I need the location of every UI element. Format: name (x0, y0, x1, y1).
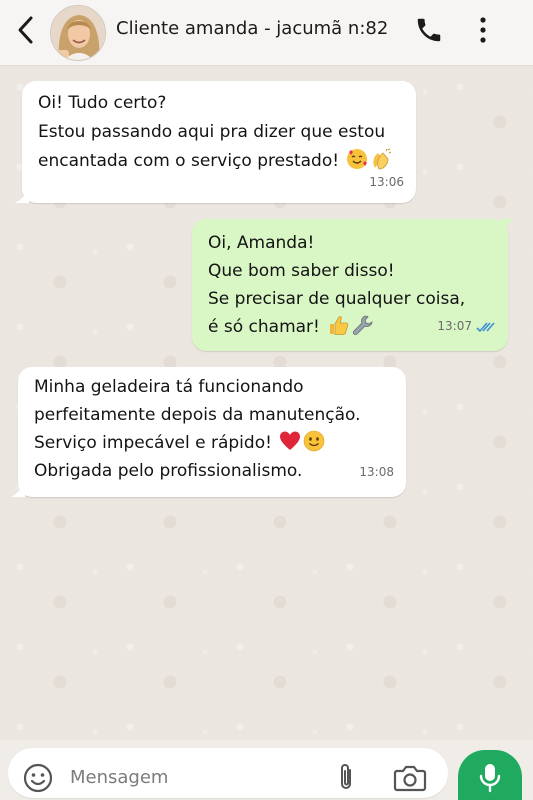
bubble-tail (11, 483, 25, 497)
message-bubble-incoming[interactable]: Oi! Tudo certo? Estou passando aqui pra … (15, 81, 416, 203)
smiling-face-with-hearts-emoji (347, 149, 368, 169)
message-text: Oi! Tudo certo? (38, 93, 167, 113)
message-text: Estou passando aqui pra dizer que estou (38, 122, 386, 142)
phone-icon[interactable] (414, 15, 444, 45)
wrench-emoji (353, 315, 373, 335)
camera-icon[interactable] (393, 763, 427, 793)
avatar[interactable] (50, 5, 106, 61)
clapping-hands-emoji (373, 148, 392, 170)
message-text: Oi, Amanda! (208, 233, 315, 253)
more-vert-icon[interactable] (474, 14, 492, 46)
message-time: 13:08 (359, 465, 394, 479)
red-heart-emoji (280, 431, 301, 450)
thumbs-up-emoji (330, 316, 349, 335)
message-bubble-outgoing[interactable]: Oi, Amanda! Que bom saber disso! Se prec… (192, 219, 515, 351)
bubble-tail (15, 189, 29, 203)
message-input[interactable] (70, 763, 310, 791)
message-text: perfeitamente depois da manutenção. (34, 405, 361, 425)
message-meta: 13:07 (437, 312, 496, 341)
message-text: Se precisar de qualquer coisa, (208, 289, 466, 309)
message-text: Que bom saber disso! (208, 261, 395, 281)
message-text: é só chamar! (208, 317, 320, 337)
message-text-line: encantada com o serviço prestado! (38, 147, 400, 176)
back-arrow-icon[interactable] (12, 14, 40, 46)
message-text: Minha geladeira tá funcionando (34, 377, 304, 397)
microphone-icon (479, 764, 501, 793)
smiling-face-emoji (304, 430, 325, 452)
chat-background[interactable]: Oi! Tudo certo? Estou passando aqui pra … (0, 67, 533, 740)
message-meta: 13:08 (359, 458, 394, 487)
chat-header: Cliente amanda - jacumã n:82 (0, 0, 533, 66)
message-time: 13:06 (369, 175, 404, 189)
contact-name[interactable]: Cliente amanda - jacumã n:82 (116, 18, 388, 39)
bubble-tail (501, 219, 515, 233)
emoji-icon[interactable] (22, 762, 54, 794)
message-bubble-incoming[interactable]: Minha geladeira tá funcionando perfeitam… (11, 367, 406, 497)
read-ticks-icon (476, 321, 495, 332)
message-text-line: Serviço impecável e rápido! (34, 429, 390, 457)
message-text: Obrigada pelo profissionalismo. (34, 461, 303, 481)
paperclip-icon[interactable] (334, 761, 358, 793)
message-text: encantada com o serviço prestado! (38, 151, 340, 171)
microphone-button[interactable] (458, 750, 522, 800)
message-meta: 13:06 (369, 168, 404, 197)
message-time: 13:07 (437, 319, 472, 333)
message-text: Serviço impecável e rápido! (34, 433, 272, 453)
